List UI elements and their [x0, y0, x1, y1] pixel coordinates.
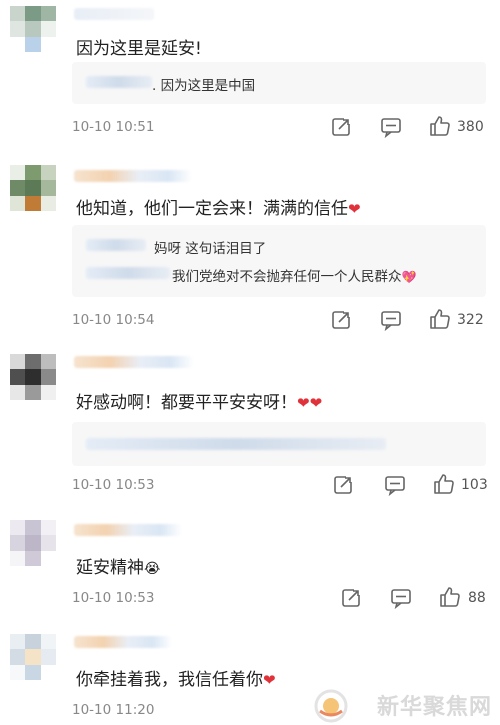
- avatar[interactable]: [10, 6, 56, 52]
- username[interactable]: [74, 356, 194, 368]
- reply-text-content: 我们党绝对不会抛弃任何一个人民群众: [172, 269, 402, 285]
- like-count: 88: [468, 590, 486, 606]
- avatar[interactable]: [10, 634, 56, 680]
- watermark-text: 新华聚焦网: [376, 695, 492, 720]
- avatar[interactable]: [10, 165, 56, 211]
- like-count: 322: [457, 312, 484, 328]
- comment-text: 你牵挂着我，我信任着你❤: [76, 665, 276, 690]
- reply-blurred-content: [86, 438, 386, 450]
- share-icon[interactable]: [330, 116, 352, 138]
- reply-box[interactable]: 妈呀 这句话泪目了 我们党绝对不会抛弃任何一个人民群众💖: [72, 225, 486, 297]
- timestamp: 10-10 10:53: [72, 477, 155, 493]
- heart-emoji: ❤❤: [297, 394, 323, 412]
- comment-text-content: 他知道，他们一定会来！满满的信任: [76, 199, 348, 219]
- comment-icon[interactable]: [380, 309, 402, 331]
- reply-text: 妈呀 这句话泪目了: [154, 241, 267, 257]
- username[interactable]: [74, 636, 172, 648]
- crying-emoji: 😭: [144, 561, 161, 577]
- like-count: 380: [457, 119, 484, 135]
- comment-icon[interactable]: [384, 474, 406, 496]
- reply-box[interactable]: [72, 422, 486, 466]
- like-count: 103: [461, 477, 488, 493]
- avatar[interactable]: [10, 520, 56, 566]
- timestamp: 10-10 11:20: [72, 702, 155, 718]
- username[interactable]: [74, 8, 154, 20]
- reply-username: [86, 267, 170, 279]
- reply-text: . 因为这里是中国: [152, 78, 256, 94]
- reply-box[interactable]: . 因为这里是中国: [72, 62, 486, 104]
- avatar[interactable]: [10, 354, 56, 400]
- reply-username: [86, 239, 146, 251]
- heart-emoji: ❤: [348, 200, 361, 218]
- reply-text: 我们党绝对不会抛弃任何一个人民群众💖: [172, 265, 416, 285]
- share-icon[interactable]: [340, 587, 362, 609]
- comment-text-content: 好感动啊！都要平平安安呀！: [76, 393, 297, 413]
- comment-text: 延安精神😭: [76, 553, 160, 578]
- share-icon[interactable]: [330, 309, 352, 331]
- heart-emoji: 💖: [401, 270, 417, 284]
- timestamp: 10-10 10:53: [72, 590, 155, 606]
- comment-text: 他知道，他们一定会来！满满的信任❤: [76, 194, 361, 219]
- timestamp: 10-10 10:51: [72, 119, 155, 135]
- comment-text-content: 延安精神: [76, 558, 144, 578]
- thumbs-up-icon[interactable]: [428, 114, 452, 138]
- comment-text: 因为这里是延安!: [76, 39, 202, 59]
- comment-icon[interactable]: [380, 116, 402, 138]
- thumbs-up-icon[interactable]: [432, 472, 456, 496]
- username[interactable]: [74, 170, 192, 182]
- comment-icon[interactable]: [390, 587, 412, 609]
- thumbs-up-icon[interactable]: [438, 585, 462, 609]
- comment-text: 好感动啊！都要平平安安呀！❤❤: [76, 388, 322, 413]
- heart-emoji: ❤: [263, 671, 276, 689]
- watermark-logo-icon: [314, 689, 348, 723]
- username[interactable]: [74, 524, 182, 536]
- timestamp: 10-10 10:54: [72, 312, 155, 328]
- thumbs-up-icon[interactable]: [428, 307, 452, 331]
- share-icon[interactable]: [332, 474, 354, 496]
- comment-text-content: 你牵挂着我，我信任着你: [76, 670, 263, 690]
- reply-username: [86, 76, 152, 88]
